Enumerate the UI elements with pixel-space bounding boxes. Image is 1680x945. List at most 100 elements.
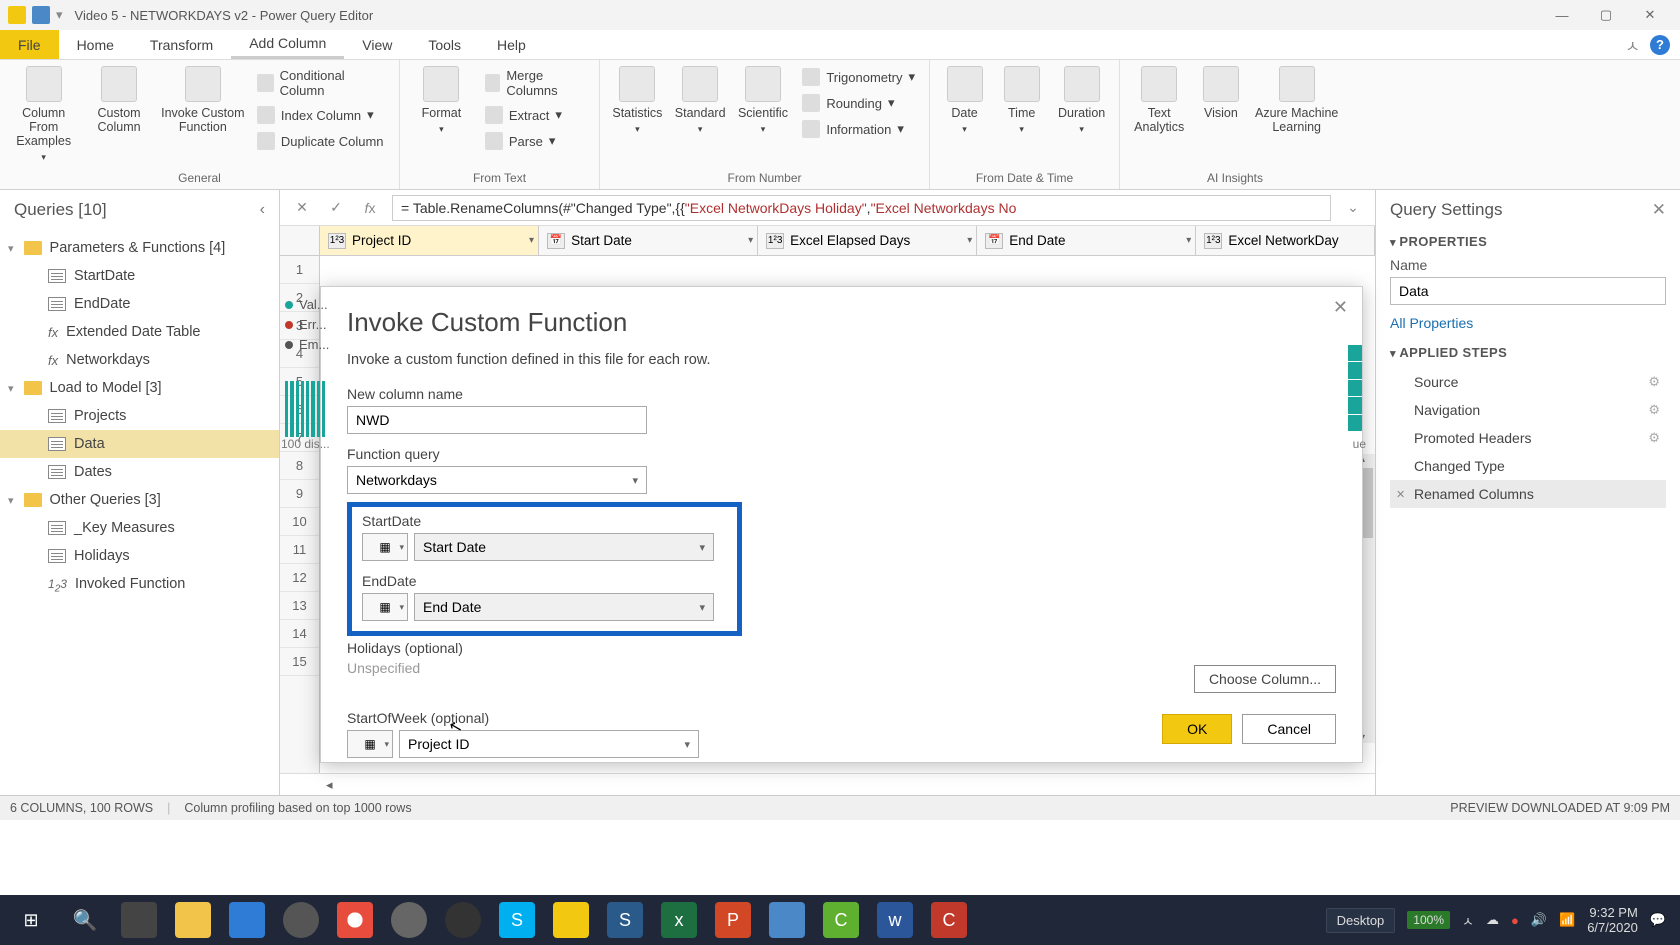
taskbar-app[interactable] xyxy=(222,899,272,941)
gear-icon[interactable]: ⚙ xyxy=(1648,430,1660,446)
function-query-select[interactable]: Networkdays xyxy=(347,466,647,494)
step-changed-type[interactable]: Changed Type xyxy=(1390,452,1666,480)
format-button[interactable]: Format▾ xyxy=(410,66,473,135)
statistics-button[interactable]: Statistics▾ xyxy=(610,66,665,135)
query-enddate[interactable]: EndDate xyxy=(0,290,279,318)
tab-home[interactable]: Home xyxy=(59,30,132,59)
information-button[interactable]: Information ▾ xyxy=(798,118,919,140)
tab-add-column[interactable]: Add Column xyxy=(231,30,344,59)
query-data[interactable]: Data xyxy=(0,430,279,458)
camtasia-icon[interactable]: C xyxy=(816,899,866,941)
skype-icon[interactable]: S xyxy=(492,899,542,941)
time-button[interactable]: Time▾ xyxy=(997,66,1046,135)
formula-text[interactable]: = Table.RenameColumns(#"Changed Type",{{… xyxy=(392,195,1331,221)
tab-transform[interactable]: Transform xyxy=(132,30,231,59)
formula-cancel-icon[interactable]: ✕ xyxy=(290,196,314,220)
maximize-button[interactable]: ▢ xyxy=(1584,7,1628,23)
custom-column-button[interactable]: Custom Column xyxy=(85,66,152,134)
gear-icon[interactable]: ⚙ xyxy=(1648,374,1660,390)
save-icon[interactable] xyxy=(32,6,50,24)
tray-icon[interactable]: ☁ xyxy=(1486,912,1499,928)
rounding-button[interactable]: Rounding ▾ xyxy=(798,92,919,114)
ok-button[interactable]: OK xyxy=(1162,714,1232,744)
gear-icon[interactable]: ⚙ xyxy=(1648,402,1660,418)
select-all-cell[interactable] xyxy=(280,226,320,255)
cancel-button[interactable]: Cancel xyxy=(1242,714,1336,744)
choose-column-button[interactable]: Choose Column... xyxy=(1194,665,1336,693)
desktop-toolbar[interactable]: Desktop xyxy=(1326,908,1396,933)
parse-button[interactable]: Parse ▾ xyxy=(481,130,589,152)
minimize-button[interactable]: — xyxy=(1540,8,1584,23)
startdate-column-select[interactable]: Start Date xyxy=(414,533,714,561)
scientific-button[interactable]: Scientific▾ xyxy=(736,66,791,135)
enddate-column-select[interactable]: End Date xyxy=(414,593,714,621)
dialog-close-icon[interactable]: ✕ xyxy=(1333,297,1348,318)
tray-icon[interactable]: 📶 xyxy=(1559,912,1575,928)
startofweek-column-select[interactable]: Project ID xyxy=(399,730,699,758)
conditional-column-button[interactable]: Conditional Column xyxy=(253,66,389,100)
taskbar-app[interactable] xyxy=(114,899,164,941)
query-group-parameters[interactable]: Parameters & Functions [4] xyxy=(0,234,279,262)
snagit-icon[interactable]: S xyxy=(600,899,650,941)
enddate-type-select[interactable]: ▦ xyxy=(362,593,408,621)
query-invoked-function[interactable]: 123Invoked Function xyxy=(0,570,279,598)
taskbar-app[interactable] xyxy=(384,899,434,941)
standard-button[interactable]: Standard▾ xyxy=(673,66,728,135)
properties-section[interactable]: PROPERTIES xyxy=(1390,234,1666,249)
step-source[interactable]: Source⚙ xyxy=(1390,368,1666,396)
chrome-icon[interactable] xyxy=(330,899,380,941)
query-startdate[interactable]: StartDate xyxy=(0,262,279,290)
startofweek-type-select[interactable]: ▦ xyxy=(347,730,393,758)
all-properties-link[interactable]: All Properties xyxy=(1390,315,1666,331)
query-group-load-to-model[interactable]: Load to Model [3] xyxy=(0,374,279,402)
query-group-other[interactable]: Other Queries [3] xyxy=(0,486,279,514)
tray-icon[interactable]: ● xyxy=(1511,913,1519,928)
close-settings-icon[interactable]: ✕ xyxy=(1652,200,1666,220)
tab-view[interactable]: View xyxy=(344,30,410,59)
query-projects[interactable]: Projects xyxy=(0,402,279,430)
date-button[interactable]: Date▾ xyxy=(940,66,989,135)
column-end-date[interactable]: 📅End Date▾ xyxy=(977,226,1196,255)
word-icon[interactable]: w xyxy=(870,899,920,941)
query-holidays[interactable]: Holidays xyxy=(0,542,279,570)
taskbar-app[interactable]: C xyxy=(924,899,974,941)
duration-button[interactable]: Duration▾ xyxy=(1054,66,1109,135)
column-excel-elapsed-days[interactable]: 1²3Excel Elapsed Days▾ xyxy=(758,226,977,255)
extract-button[interactable]: Extract ▾ xyxy=(481,104,589,126)
startdate-type-select[interactable]: ▦ xyxy=(362,533,408,561)
taskbar-app[interactable] xyxy=(276,899,326,941)
index-column-button[interactable]: Index Column ▾ xyxy=(253,104,389,126)
powerpoint-icon[interactable]: P xyxy=(708,899,758,941)
collapse-ribbon-icon[interactable]: ㅅ xyxy=(1625,33,1640,57)
taskbar-app[interactable] xyxy=(762,899,812,941)
column-excel-networkday[interactable]: 1²3Excel NetworkDay xyxy=(1196,226,1375,255)
battery-indicator[interactable]: 100% xyxy=(1407,911,1450,929)
column-project-id[interactable]: 1²3Project ID▾ xyxy=(320,226,539,255)
formula-commit-icon[interactable]: ✓ xyxy=(324,196,348,220)
query-extended-date-table[interactable]: fxExtended Date Table xyxy=(0,318,279,346)
collapse-queries-icon[interactable]: ‹ xyxy=(260,201,265,219)
step-promoted-headers[interactable]: Promoted Headers⚙ xyxy=(1390,424,1666,452)
column-start-date[interactable]: 📅Start Date▾ xyxy=(539,226,758,255)
help-icon[interactable]: ? xyxy=(1650,35,1670,55)
file-explorer-icon[interactable] xyxy=(168,899,218,941)
vision-button[interactable]: Vision xyxy=(1196,66,1245,120)
tab-tools[interactable]: Tools xyxy=(410,30,479,59)
trigonometry-button[interactable]: Trigonometry ▾ xyxy=(798,66,919,88)
power-bi-icon[interactable] xyxy=(546,899,596,941)
grid-cells[interactable]: Val... Err... Em... 100 dis... ue ✕ Invo… xyxy=(320,256,1375,773)
start-button[interactable]: ⊞ xyxy=(6,899,56,941)
search-button[interactable]: 🔍 xyxy=(60,899,110,941)
step-navigation[interactable]: Navigation⚙ xyxy=(1390,396,1666,424)
invoke-custom-function-button[interactable]: Invoke Custom Function xyxy=(161,66,245,134)
query-networkdays[interactable]: fxNetworkdays xyxy=(0,346,279,374)
applied-steps-section[interactable]: APPLIED STEPS xyxy=(1390,345,1666,360)
query-name-input[interactable] xyxy=(1390,277,1666,305)
tray-overflow-icon[interactable]: ㅅ xyxy=(1462,911,1474,930)
column-from-examples-button[interactable]: Column From Examples▾ xyxy=(10,66,77,163)
horizontal-scrollbar[interactable]: ◂ xyxy=(280,773,1375,795)
new-column-name-input[interactable] xyxy=(347,406,647,434)
formula-expand-icon[interactable]: ⌄ xyxy=(1341,196,1365,220)
merge-columns-button[interactable]: Merge Columns xyxy=(481,66,589,100)
azure-ml-button[interactable]: Azure Machine Learning xyxy=(1253,66,1340,134)
